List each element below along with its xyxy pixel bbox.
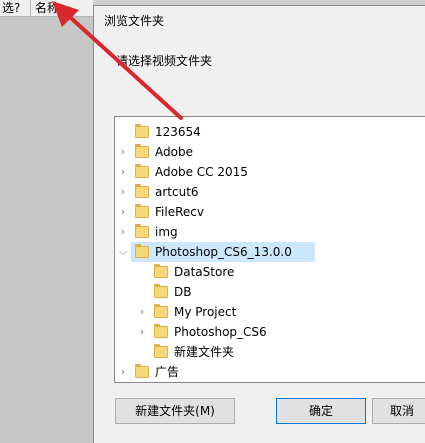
folder-icon xyxy=(154,324,168,338)
folder-icon xyxy=(135,204,149,218)
tree-item-label: Photoshop_CS6_13.0.0 xyxy=(155,245,292,259)
tree-item[interactable]: › Photoshop_CS6 xyxy=(115,322,415,342)
folder-icon xyxy=(135,124,149,138)
tree-item-label: 123654 xyxy=(155,125,201,139)
chevron-right-icon[interactable]: › xyxy=(118,222,128,242)
chevron-right-icon[interactable]: › xyxy=(118,182,128,202)
tree-item[interactable]: › artcut6 xyxy=(115,182,415,202)
browse-folder-dialog: 浏览文件夹 请选择视频文件夹 123654 › Adobe › Adobe CC 201… xyxy=(93,5,425,443)
tree-item[interactable]: DB xyxy=(115,282,415,302)
folder-icon xyxy=(135,184,149,198)
new-folder-button[interactable]: 新建文件夹(M) xyxy=(115,398,235,424)
tree-item-label: 广告 xyxy=(155,365,180,379)
chevron-right-icon[interactable]: › xyxy=(118,162,128,182)
ok-button[interactable]: 确定 xyxy=(276,398,366,424)
chevron-right-icon[interactable]: › xyxy=(137,302,147,322)
folder-icon xyxy=(154,284,168,298)
tree-item[interactable]: 新建文件夹 xyxy=(115,342,415,362)
tree-item[interactable]: › FileRecv xyxy=(115,202,415,222)
dialog-title: 浏览文件夹 xyxy=(104,14,165,28)
tree-item-label: DB xyxy=(174,285,192,299)
cancel-button[interactable]: 取消 xyxy=(372,398,425,424)
chevron-down-icon[interactable]: ⌵ xyxy=(118,242,128,262)
folder-icon xyxy=(135,164,149,178)
folder-icon xyxy=(154,304,168,318)
tree-item[interactable]: › 广告 xyxy=(115,362,415,382)
folder-icon xyxy=(135,144,149,158)
dialog-prompt: 请选择视频文件夹 xyxy=(116,54,213,68)
tree-item[interactable]: › My Project xyxy=(115,302,415,322)
folder-icon xyxy=(135,364,149,378)
tree-item-label: Adobe CC 2015 xyxy=(155,165,248,179)
tree-item-label: img xyxy=(155,225,178,239)
column-header-select[interactable]: 选? xyxy=(0,0,31,16)
folder-icon xyxy=(135,224,149,238)
chevron-right-icon[interactable]: › xyxy=(118,142,128,162)
chevron-right-icon[interactable]: › xyxy=(118,202,128,222)
tree-item[interactable]: ⌵ Photoshop_CS6_13.0.0 xyxy=(119,242,315,262)
tree-item[interactable]: › Adobe CC 2015 xyxy=(115,162,415,182)
column-header-name[interactable]: 名称 xyxy=(33,0,93,16)
tree-item[interactable]: 123654 xyxy=(115,122,415,142)
folder-icon xyxy=(154,264,168,278)
tree-item-label: Adobe xyxy=(155,145,193,159)
folder-icon xyxy=(154,344,168,358)
tree-item-label: artcut6 xyxy=(155,185,199,199)
chevron-right-icon[interactable]: › xyxy=(137,322,147,342)
tree-item-label: FileRecv xyxy=(155,205,204,219)
folder-icon xyxy=(135,244,149,258)
tree-item-label: Photoshop_CS6 xyxy=(174,325,267,339)
folder-tree[interactable]: 123654 › Adobe › Adobe CC 2015 › artcut6 › FileR… xyxy=(114,116,425,383)
tree-item[interactable]: DataStore xyxy=(115,262,415,282)
tree-item-label: My Project xyxy=(174,305,237,319)
tree-item-label: DataStore xyxy=(174,265,235,279)
chevron-right-icon[interactable]: › xyxy=(118,362,128,382)
tree-item-label: 新建文件夹 xyxy=(174,345,235,359)
tree-item[interactable]: › Adobe xyxy=(115,142,415,162)
tree-item[interactable]: › img xyxy=(115,222,415,242)
